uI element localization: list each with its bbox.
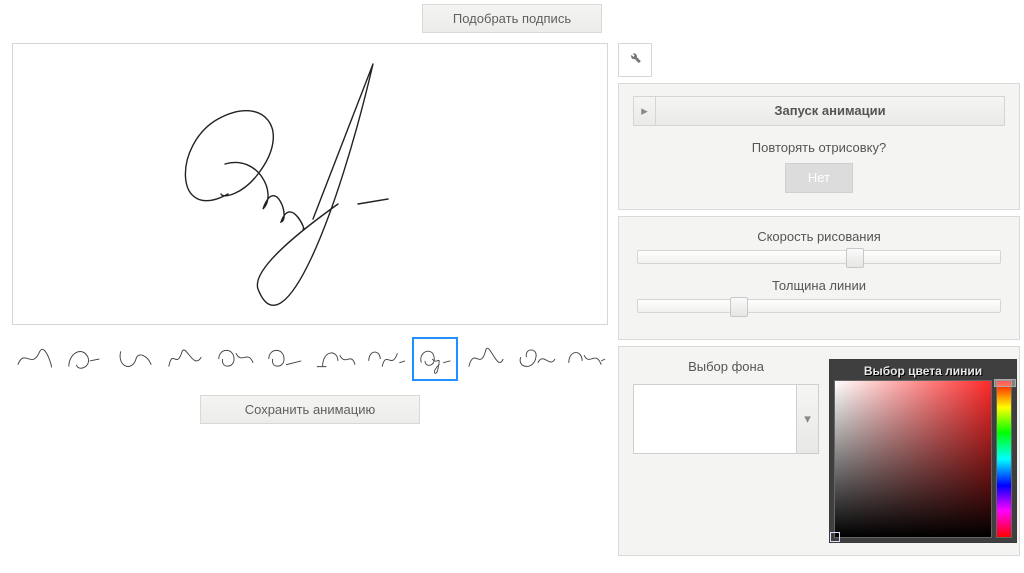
thumbnail-7[interactable] bbox=[312, 337, 358, 381]
wrench-icon bbox=[628, 52, 642, 67]
repeat-toggle-button[interactable]: Нет bbox=[785, 163, 853, 193]
thumbnail-8[interactable] bbox=[362, 337, 408, 381]
thumbnail-3[interactable] bbox=[112, 337, 158, 381]
thumbnail-10[interactable] bbox=[462, 337, 508, 381]
chevron-down-icon: ▾ bbox=[804, 411, 811, 427]
background-label: Выбор фона bbox=[633, 359, 819, 374]
thumbnail-1[interactable] bbox=[12, 337, 58, 381]
color-gradient[interactable] bbox=[834, 380, 992, 538]
repeat-question-label: Повторять отрисовку? bbox=[633, 140, 1005, 155]
pick-signature-button[interactable]: Подобрать подпись bbox=[422, 4, 602, 33]
hue-slider-thumb[interactable] bbox=[994, 379, 1016, 387]
thumbnail-11[interactable] bbox=[512, 337, 558, 381]
thumbnail-9[interactable] bbox=[412, 337, 458, 381]
speed-slider[interactable] bbox=[637, 250, 1001, 264]
thumbnail-6[interactable] bbox=[262, 337, 308, 381]
settings-button[interactable] bbox=[618, 43, 652, 77]
signature-drawing bbox=[163, 54, 443, 314]
thickness-slider-thumb[interactable] bbox=[730, 297, 748, 317]
thickness-slider[interactable] bbox=[637, 299, 1001, 313]
save-animation-button[interactable]: Сохранить анимацию bbox=[200, 395, 420, 424]
background-swatch bbox=[633, 384, 797, 454]
thumbnail-5[interactable] bbox=[212, 337, 258, 381]
thumbnail-12[interactable] bbox=[562, 337, 608, 381]
speed-slider-thumb[interactable] bbox=[846, 248, 864, 268]
play-animation-button[interactable]: ▸ Запуск анимации bbox=[633, 96, 1005, 126]
thickness-label: Толщина линии bbox=[633, 278, 1005, 293]
signature-thumbnails bbox=[12, 337, 608, 381]
thumbnail-4[interactable] bbox=[162, 337, 208, 381]
thumbnail-2[interactable] bbox=[62, 337, 108, 381]
speed-label: Скорость рисования bbox=[633, 229, 1005, 244]
hue-slider[interactable] bbox=[996, 380, 1012, 538]
signature-canvas bbox=[12, 43, 608, 325]
line-color-title: Выбор цвета линии bbox=[834, 364, 1012, 380]
background-dropdown-button[interactable]: ▾ bbox=[797, 384, 819, 454]
color-pick-indicator[interactable] bbox=[830, 532, 840, 542]
line-color-picker[interactable]: Выбор цвета линии bbox=[829, 359, 1017, 543]
play-icon: ▸ bbox=[641, 103, 648, 119]
